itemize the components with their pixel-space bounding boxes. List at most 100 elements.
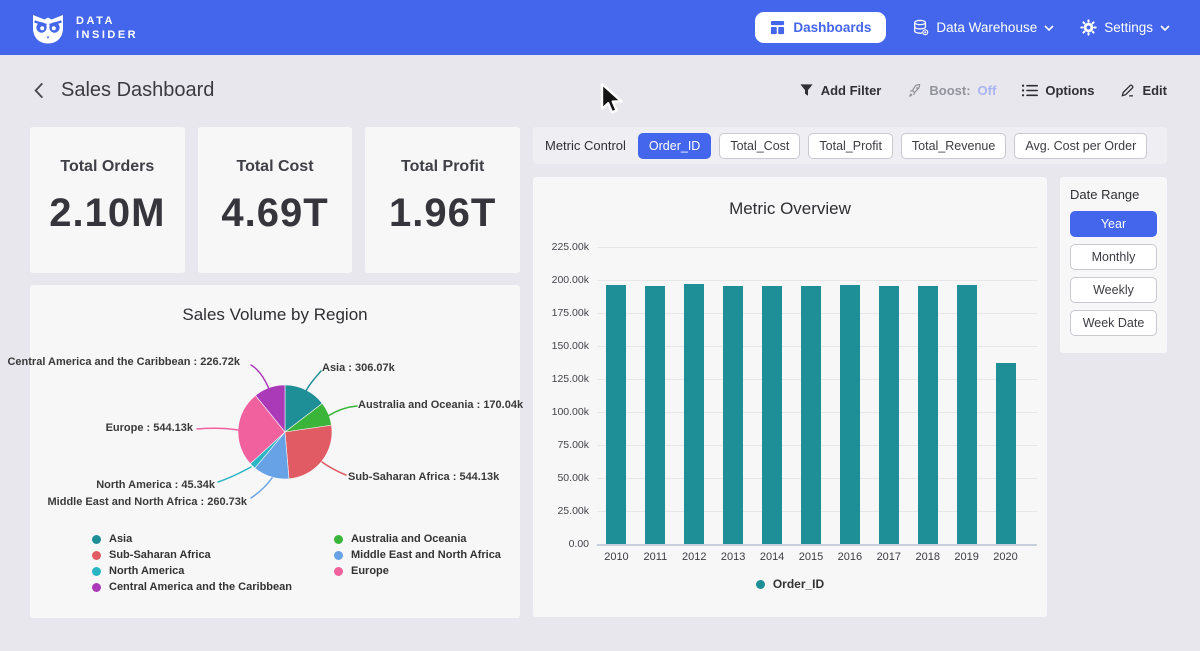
legend-item-asia[interactable]: Asia bbox=[92, 531, 292, 547]
y-axis-tick: 75.00k bbox=[533, 439, 589, 451]
boost-toggle[interactable]: Boost: Off bbox=[907, 83, 996, 98]
x-axis-tick: 2020 bbox=[984, 551, 1028, 563]
legend-label: Asia bbox=[109, 533, 132, 545]
date-range-label: Date Range bbox=[1070, 187, 1157, 202]
pie-label-middle-east-and-north-africa: Middle East and North Africa : 260.73k bbox=[48, 496, 247, 508]
bar-2020[interactable] bbox=[996, 363, 1016, 544]
pie-label-north-america: North America : 45.34k bbox=[96, 479, 215, 491]
legend-item-north-america[interactable]: North America bbox=[92, 563, 292, 579]
nav-data-warehouse[interactable]: Data Warehouse bbox=[912, 19, 1054, 36]
pie-chart-card: Sales Volume by Region Asia : 306.07k Au… bbox=[30, 285, 520, 618]
kpi-label: Total Profit bbox=[401, 158, 484, 176]
page-header: Sales Dashboard Add Filter Boost: Off bbox=[0, 68, 1200, 112]
pie-leader-line-asia bbox=[306, 371, 321, 391]
kpi-label: Total Orders bbox=[60, 158, 154, 176]
pie-label-central-america-and-the-caribbean: Central America and the Caribbean : 226.… bbox=[7, 356, 240, 368]
metric-control-bar: Metric Control Order_ID Total_Cost Total_P… bbox=[533, 127, 1167, 164]
kpi-total-profit: Total Profit 1.96T bbox=[365, 127, 520, 273]
metric-control-label: Metric Control bbox=[545, 138, 626, 153]
add-filter-button[interactable]: Add Filter bbox=[799, 83, 882, 98]
edit-button[interactable]: Edit bbox=[1120, 83, 1167, 98]
pie-label-europe: Europe : 544.13k bbox=[106, 422, 193, 434]
bar-chart-title: Metric Overview bbox=[533, 199, 1047, 219]
pie-legend: Asia Australia and Oceania Sub-Saharan Afr… bbox=[92, 531, 501, 595]
legend-label: Sub-Saharan Africa bbox=[109, 549, 211, 561]
legend-item-australia-and-oceania[interactable]: Australia and Oceania bbox=[334, 531, 501, 547]
nav-data-warehouse-label: Data Warehouse bbox=[936, 20, 1037, 35]
legend-label: Australia and Oceania bbox=[351, 533, 467, 545]
pie-label-sub-saharan-africa: Sub-Saharan Africa : 544.13k bbox=[348, 471, 499, 483]
legend-item-middle-east-and-north-africa[interactable]: Middle East and North Africa bbox=[334, 547, 501, 563]
bar-chart-legend[interactable]: Order_ID bbox=[533, 577, 1047, 591]
pie-leader-line-sub-saharan-africa bbox=[322, 462, 346, 475]
bar-2017[interactable] bbox=[879, 286, 899, 544]
date-range-option-monthly[interactable]: Monthly bbox=[1070, 244, 1157, 270]
pie-leader-line-europe bbox=[197, 428, 238, 430]
back-button[interactable] bbox=[33, 81, 45, 100]
bar-2018[interactable] bbox=[918, 286, 938, 544]
options-button[interactable]: Options bbox=[1022, 83, 1094, 98]
legend-item-europe[interactable]: Europe bbox=[334, 563, 501, 579]
x-axis-tick: 2017 bbox=[867, 551, 911, 563]
metric-option-total-cost[interactable]: Total_Cost bbox=[719, 133, 800, 159]
bar-2016[interactable] bbox=[840, 285, 860, 544]
y-axis-tick: 100.00k bbox=[533, 406, 589, 418]
legend-dot bbox=[92, 583, 101, 592]
boost-state: Off bbox=[978, 83, 997, 98]
kpi-label: Total Cost bbox=[236, 158, 313, 176]
brand-logo[interactable]: DATA INSIDER bbox=[30, 11, 138, 45]
x-axis-tick: 2018 bbox=[906, 551, 950, 563]
legend-label: North America bbox=[109, 565, 184, 577]
nav-settings-label: Settings bbox=[1104, 20, 1153, 35]
pie-leader-line-australia-and-oceania bbox=[328, 406, 357, 416]
y-axis-tick: 0.00 bbox=[533, 538, 589, 550]
bar-2010[interactable] bbox=[606, 285, 626, 544]
metric-option-order-id[interactable]: Order_ID bbox=[638, 133, 711, 159]
x-axis-tick: 2015 bbox=[789, 551, 833, 563]
bar-2015[interactable] bbox=[801, 286, 821, 544]
kpi-row: Total Orders 2.10M Total Cost 4.69T Tota… bbox=[30, 127, 520, 273]
date-range-options: Year Monthly Weekly Week Date bbox=[1070, 211, 1157, 336]
pie-label-australia-and-oceania: Australia and Oceania : 170.04k bbox=[358, 399, 523, 411]
header-actions: Add Filter Boost: Off Options bbox=[799, 83, 1167, 98]
edit-label: Edit bbox=[1142, 83, 1167, 98]
pie-label-asia: Asia : 306.07k bbox=[322, 362, 395, 374]
metric-option-avg-cost-per-order[interactable]: Avg. Cost per Order bbox=[1014, 133, 1147, 159]
bar-2014[interactable] bbox=[762, 286, 782, 544]
legend-item-central-america-and-the-caribbean[interactable]: Central America and the Caribbean bbox=[92, 579, 292, 595]
dashboard-icon bbox=[770, 20, 785, 35]
gridline bbox=[597, 280, 1037, 281]
nav-dashboards-button[interactable]: Dashboards bbox=[755, 12, 886, 43]
legend-label: Central America and the Caribbean bbox=[109, 581, 292, 593]
brand-name: DATA INSIDER bbox=[76, 14, 138, 42]
legend-label: Europe bbox=[351, 565, 389, 577]
nav-settings[interactable]: Settings bbox=[1080, 19, 1170, 36]
bar-2012[interactable] bbox=[684, 284, 704, 544]
kpi-value: 1.96T bbox=[389, 191, 496, 236]
x-axis-line bbox=[597, 544, 1037, 546]
chevron-left-icon bbox=[33, 81, 45, 100]
nav-dashboards-label: Dashboards bbox=[793, 20, 871, 35]
chevron-down-icon bbox=[1160, 25, 1170, 31]
chevron-down-icon bbox=[1044, 25, 1054, 31]
gridline bbox=[597, 247, 1037, 248]
pie-slice-sub-saharan-africa[interactable] bbox=[285, 425, 332, 479]
metric-option-total-profit[interactable]: Total_Profit bbox=[808, 133, 893, 159]
filter-funnel-icon bbox=[799, 83, 814, 98]
kpi-value: 2.10M bbox=[49, 191, 165, 236]
y-axis-tick: 25.00k bbox=[533, 505, 589, 517]
app-window: DATA INSIDER Dashboards bbox=[0, 0, 1200, 651]
bar-2019[interactable] bbox=[957, 285, 977, 544]
bar-2013[interactable] bbox=[723, 286, 743, 544]
owl-logo-icon bbox=[30, 11, 66, 45]
legend-item-sub-saharan-africa[interactable]: Sub-Saharan Africa bbox=[92, 547, 292, 563]
metric-option-total-revenue[interactable]: Total_Revenue bbox=[901, 133, 1006, 159]
bar-2011[interactable] bbox=[645, 286, 665, 544]
kpi-total-cost: Total Cost 4.69T bbox=[198, 127, 353, 273]
date-range-option-weekly[interactable]: Weekly bbox=[1070, 277, 1157, 303]
legend-dot bbox=[334, 567, 343, 576]
add-filter-label: Add Filter bbox=[821, 83, 882, 98]
date-range-option-year[interactable]: Year bbox=[1070, 211, 1157, 237]
database-icon bbox=[912, 19, 929, 36]
date-range-option-week-date[interactable]: Week Date bbox=[1070, 310, 1157, 336]
